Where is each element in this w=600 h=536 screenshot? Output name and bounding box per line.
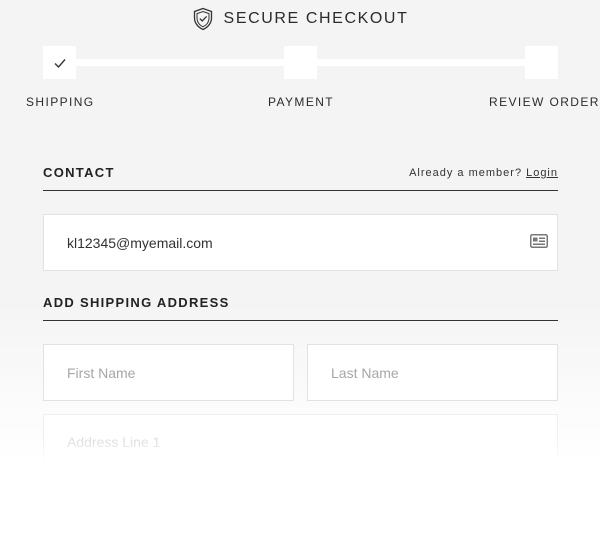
member-prompt-text: Already a member?: [409, 167, 523, 179]
step-shipping-box[interactable]: [43, 46, 76, 79]
step-payment-label: PAYMENT: [268, 95, 335, 109]
last-name-field[interactable]: [307, 344, 558, 401]
member-prompt: Already a member? Login: [409, 167, 558, 179]
address-line-1-field[interactable]: [43, 414, 558, 470]
checkout-stepper: [0, 46, 600, 80]
login-link[interactable]: Login: [526, 167, 558, 179]
contact-card-icon[interactable]: [530, 234, 548, 248]
contact-heading: CONTACT: [43, 165, 115, 180]
contact-section-header: CONTACT Already a member? Login: [43, 162, 558, 191]
shield-check-icon: [193, 7, 212, 31]
checkout-header: SECURE CHECKOUT: [0, 6, 600, 32]
step-shipping-label[interactable]: SHIPPING: [26, 95, 95, 109]
checkmark-icon: [54, 58, 66, 68]
shipping-address-heading: ADD SHIPPING ADDRESS: [43, 295, 230, 310]
email-field-wrapper: [43, 214, 558, 271]
email-field[interactable]: [43, 214, 558, 271]
step-review-order-label: REVIEW ORDER: [489, 95, 600, 109]
step-payment-box: [284, 46, 317, 79]
shipping-address-section-header: ADD SHIPPING ADDRESS: [43, 292, 558, 321]
step-review-order-box: [525, 46, 558, 79]
first-name-field[interactable]: [43, 344, 294, 401]
page-title: SECURE CHECKOUT: [223, 10, 409, 27]
